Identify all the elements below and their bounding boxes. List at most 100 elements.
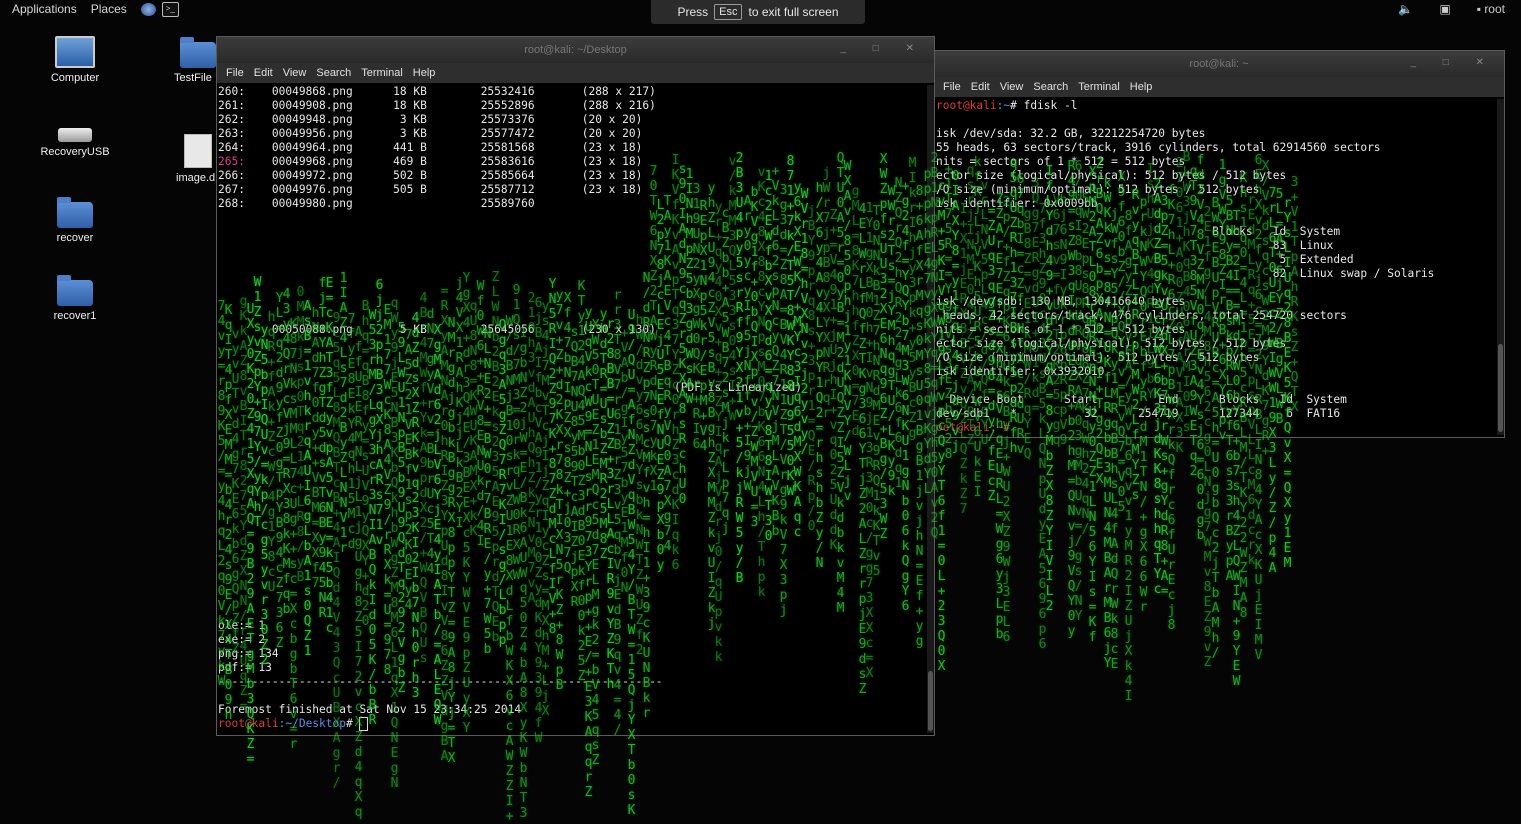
- window-title: root@kali: ~/Desktop: [524, 44, 627, 56]
- system-tray: 🔈 ▣ ▪ root: [1372, 0, 1505, 18]
- scrollbar[interactable]: [1497, 99, 1504, 435]
- prompt-path: :~/Desktop: [278, 717, 346, 730]
- esc-key-hint: Esc: [714, 4, 743, 20]
- file-index: [218, 309, 272, 322]
- menu-edit[interactable]: Edit: [254, 67, 273, 79]
- terminal-launcher-icon[interactable]: >_: [161, 1, 179, 17]
- terminal-window-desktop[interactable]: root@kali: ~/Desktop _ □ ✕ File Edit Vie…: [216, 36, 935, 736]
- shell-prompt[interactable]: root@kali:~/Desktop#: [218, 717, 663, 731]
- folder-icon: [57, 275, 93, 306]
- menu-terminal[interactable]: Terminal: [361, 67, 403, 79]
- scroll-thumb[interactable]: [1498, 344, 1503, 432]
- desktop-icon-label: TestFile: [174, 72, 212, 84]
- file-details: 00049980.png 25589760: [271, 197, 582, 210]
- fdisk-line: 55 heads, 63 sectors/track, 3916 cylinde…: [936, 141, 1381, 154]
- finished-message: Foremost finished at Sat Nov 15 23:34:25…: [218, 703, 522, 716]
- menu-terminal[interactable]: Terminal: [1078, 81, 1120, 93]
- prompt-user: root@kali: [936, 99, 997, 112]
- fdisk-line: 5 Extended: [936, 253, 1354, 266]
- terminal-output[interactable]: root@kali:~# fdisk -l isk /dev/sda: 32.2…: [936, 99, 1492, 435]
- fdisk-output: isk /dev/sda: 32.2 GB, 32212254720 bytes…: [936, 113, 1492, 435]
- drive-icon: [58, 128, 92, 142]
- file-index: [218, 295, 272, 308]
- file-index: [218, 211, 272, 224]
- summary-line: png:= 134: [218, 647, 279, 660]
- file-row: 263: 00049956.png 3 KB 25577472 (20 x 20…: [218, 127, 923, 141]
- fullscreen-notice: Press Esc to exit full screen: [651, 0, 865, 24]
- file-index: 265:: [218, 155, 272, 168]
- window-titlebar[interactable]: root@kali: ~ _ □ ✕: [934, 51, 1504, 77]
- fdisk-line: Blocks Id System: [936, 225, 1341, 238]
- file-index: 268:: [218, 197, 272, 210]
- window-controls[interactable]: _ □ ✕: [840, 43, 926, 54]
- file-details: [272, 253, 582, 266]
- terminal-menubar: File Edit View Search Terminal Help: [934, 77, 1504, 97]
- fdisk-line: dev/sdb1 * 32 254719 127344 6 FAT16: [936, 407, 1341, 420]
- window-titlebar[interactable]: root@kali: ~/Desktop _ □ ✕: [217, 37, 934, 63]
- fullscreen-notice-press: Press: [677, 5, 709, 19]
- file-index: 261:: [218, 99, 272, 112]
- menu-help[interactable]: Help: [1130, 81, 1153, 93]
- menu-search[interactable]: Search: [316, 67, 351, 79]
- desktop-icon-testfile[interactable]: TestFile: [152, 37, 222, 84]
- file-row: 261: 00049908.png 18 KB 25552896 (288 x …: [218, 99, 923, 113]
- file-index: [218, 323, 272, 336]
- desktop-icon-label: recover: [56, 232, 94, 244]
- places-menu[interactable]: Places: [91, 2, 127, 16]
- file-row: 265: 00049968.png 469 B 25583616 (23 x 1…: [218, 155, 923, 169]
- file-row: [218, 295, 923, 309]
- fdisk-line: nits = sectors of 1 * 512 = 512 bytes: [936, 155, 1186, 168]
- menu-file[interactable]: File: [943, 81, 961, 93]
- fdisk-line: [936, 113, 1492, 127]
- desktop-icon-recover1[interactable]: recover1: [30, 275, 120, 322]
- desktop-icon-image[interactable]: image.d: [160, 134, 220, 184]
- window-controls[interactable]: _ □ ✕: [1410, 57, 1496, 68]
- file-row: [218, 281, 923, 295]
- desktop-icon-computer[interactable]: Computer: [30, 36, 120, 84]
- prompt-hash: #: [345, 717, 360, 730]
- scrollbar[interactable]: [927, 85, 934, 733]
- desktop-icon-label: recover1: [53, 310, 97, 322]
- applications-menu[interactable]: Applications: [12, 2, 77, 16]
- fdisk-line: 83 Linux: [936, 239, 1334, 252]
- file-details: 00049908.png 18 KB 25552896 (288 x 216): [271, 99, 656, 112]
- desktop-icon-recover[interactable]: recover: [30, 197, 120, 244]
- fdisk-line: ector size (logical/physical): 512 bytes…: [936, 169, 1287, 182]
- menu-view[interactable]: View: [283, 67, 307, 79]
- file-details: [272, 295, 582, 308]
- file-details: 00049968.png 469 B 25583616 (23 x 18): [271, 155, 643, 168]
- file-index: [218, 225, 272, 238]
- volume-muted-icon[interactable]: 🔈: [1398, 2, 1413, 16]
- summary-line: exe:= 2: [218, 633, 266, 646]
- fdisk-line: ector size (logical/physical): 512 bytes…: [936, 337, 1287, 350]
- file-details: 00050088.png 5 KB 25645056 (230 x 130): [271, 323, 656, 336]
- menu-file[interactable]: File: [226, 67, 244, 79]
- menu-search[interactable]: Search: [1033, 81, 1068, 93]
- terminal-output[interactable]: 260: 00049868.png 18 KB 25532416 (288 x …: [218, 85, 923, 733]
- summary-line: pdf:= 13: [218, 661, 272, 674]
- browser-launcher-icon[interactable]: [140, 2, 156, 16]
- text-cursor: [359, 717, 369, 731]
- terminal-menubar: File Edit View Search Terminal Help: [217, 63, 934, 83]
- summary-line: ole:= 1: [218, 619, 266, 632]
- file-index: 260:: [218, 85, 272, 98]
- file-details: [272, 211, 582, 224]
- file-index: [218, 267, 272, 280]
- file-details: [272, 309, 582, 322]
- menu-edit[interactable]: Edit: [971, 81, 990, 93]
- file-row: 264: 00049964.png 441 B 25581568 (23 x 1…: [218, 141, 923, 155]
- menu-help[interactable]: Help: [413, 67, 436, 79]
- terminal-window-home[interactable]: root@kali: ~ _ □ ✕ File Edit View Search…: [933, 50, 1505, 438]
- fdisk-line: 82 Linux swap / Solaris: [936, 267, 1435, 280]
- menu-view[interactable]: View: [1000, 81, 1024, 93]
- file-index: 262:: [218, 113, 272, 126]
- file-index: 267:: [218, 183, 272, 196]
- desktop-icon-recoveryusb[interactable]: RecoveryUSB: [30, 118, 120, 158]
- fdisk-line: [936, 211, 1492, 225]
- scroll-thumb[interactable]: [928, 671, 933, 731]
- fdisk-line: /O size (minimum/optimal): 512 bytes / 5…: [936, 351, 1260, 364]
- file-index: [218, 239, 272, 252]
- network-icon[interactable]: ▣: [1439, 2, 1450, 16]
- user-menu[interactable]: ▪ root: [1477, 2, 1505, 16]
- folder-icon: [180, 37, 216, 68]
